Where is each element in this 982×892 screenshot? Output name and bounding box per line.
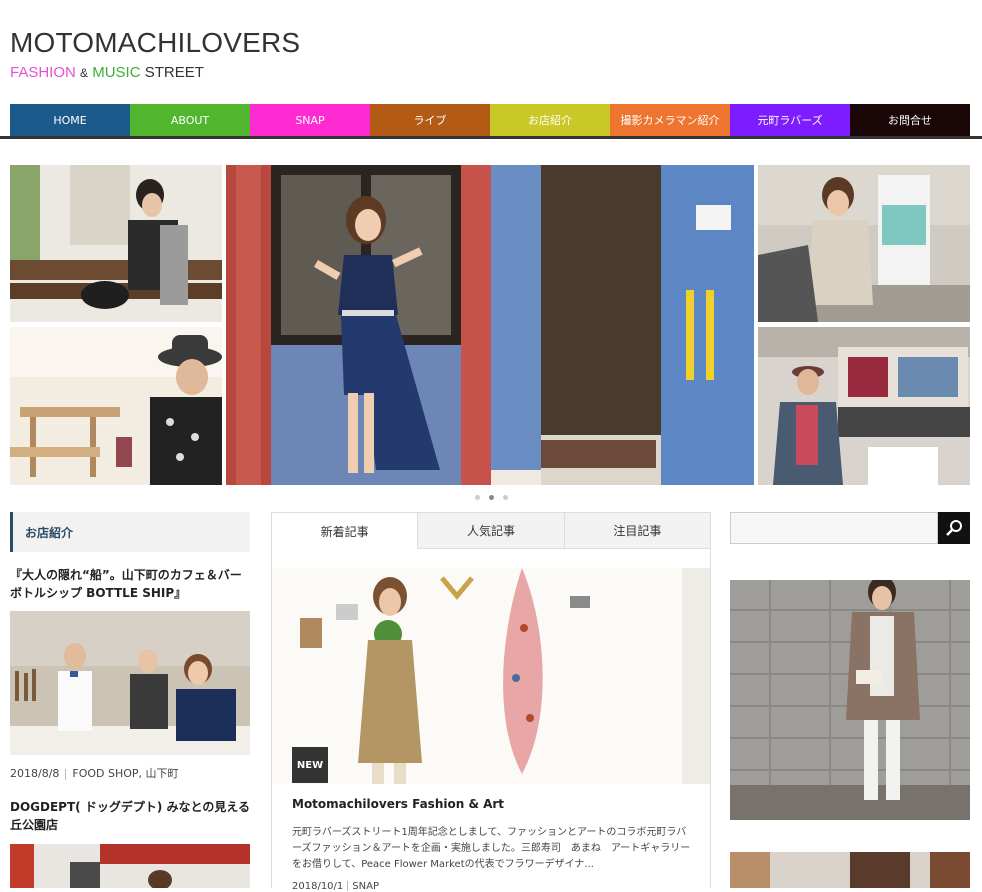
slider-dot-active[interactable]: [488, 495, 494, 500]
hero-slider[interactable]: [10, 165, 970, 485]
nav-motomachi-lovers[interactable]: 元町ラバーズ: [730, 104, 850, 136]
tagline-amp: &: [80, 66, 89, 80]
tab-bar: 新着記事 人気記事 注目記事: [272, 513, 710, 549]
nav-photographers[interactable]: 撮影カメラマン紹介: [610, 104, 730, 136]
featured-post-title[interactable]: Motomachilovers Fashion & Art: [292, 797, 504, 811]
nav-about[interactable]: ABOUT: [130, 104, 250, 136]
sidebar-post-title[interactable]: DOGDEPT( ドッグデプト) みなとの見える丘公園店: [10, 798, 250, 834]
article-tabs-panel: 新着記事 人気記事 注目記事 NEW Motomachilovers Fashi…: [271, 512, 711, 892]
main-nav: HOME ABOUT SNAP ライブ お店紹介 撮影カメラマン紹介 元町ラバー…: [10, 104, 970, 136]
nav-snap[interactable]: SNAP: [250, 104, 370, 136]
sidebar-post-image[interactable]: [10, 844, 250, 888]
featured-post-image[interactable]: [272, 568, 710, 784]
hero-photo-bench-woman[interactable]: [10, 165, 222, 322]
nav-live[interactable]: ライブ: [370, 104, 490, 136]
post-date: 2018/10/1: [292, 881, 344, 892]
nav-divider: [0, 136, 982, 139]
nav-shops[interactable]: お店紹介: [490, 104, 610, 136]
sidebar-post-meta: 2018/8/8 FOOD SHOP, 山下町: [10, 765, 179, 781]
tagline-fashion: FASHION: [10, 64, 76, 81]
tab-popular-posts[interactable]: 人気記事: [417, 513, 564, 549]
nav-home[interactable]: HOME: [10, 104, 130, 136]
featured-post-excerpt: 元町ラバーズストリート1周年記念としまして、ファッションとアートのコラボ元町ラバ…: [292, 827, 691, 870]
post-date: 2018/8/8: [10, 767, 60, 780]
search-input[interactable]: [730, 512, 938, 544]
site-logo[interactable]: MOTOMACHILOVERS FASHION & MUSIC STREET: [10, 28, 300, 82]
tagline-music: MUSIC: [92, 64, 141, 81]
tagline-street: STREET: [144, 64, 204, 81]
tab-new-posts[interactable]: 新着記事: [272, 513, 418, 549]
post-categories[interactable]: FOOD SHOP, 山下町: [72, 767, 178, 780]
search-icon: [946, 520, 962, 536]
tab-featured-posts[interactable]: 注目記事: [563, 513, 710, 549]
search-button[interactable]: [938, 512, 970, 544]
sidebar-ad-image[interactable]: [730, 580, 970, 820]
new-badge: NEW: [292, 747, 328, 783]
nav-contact[interactable]: お問合せ: [850, 104, 970, 136]
hero-photo-main[interactable]: [226, 165, 754, 485]
featured-post-meta: 2018/10/1 SNAP: [292, 881, 379, 892]
hero-photo-street-woman[interactable]: [758, 165, 970, 322]
slider-dot[interactable]: [502, 495, 508, 500]
slider-dot[interactable]: [474, 495, 480, 500]
post-category[interactable]: SNAP: [352, 881, 379, 892]
sidebar-ad-image[interactable]: [730, 852, 970, 888]
sidebar-post-title[interactable]: 『大人の隠れ“船”。山下町のカフェ＆バー ボトルシップ BOTTLE SHIP』: [10, 566, 250, 602]
hero-photo-street-man[interactable]: [758, 327, 970, 485]
site-title: MOTOMACHILOVERS: [10, 27, 301, 58]
sidebar-post-image[interactable]: [10, 611, 250, 755]
search-box: [730, 512, 970, 544]
sidebar-heading: お店紹介: [10, 512, 250, 552]
hero-photo-cafe-man[interactable]: [10, 327, 222, 485]
slider-dots: [0, 495, 982, 500]
site-tagline: FASHION & MUSIC STREET: [10, 64, 300, 82]
